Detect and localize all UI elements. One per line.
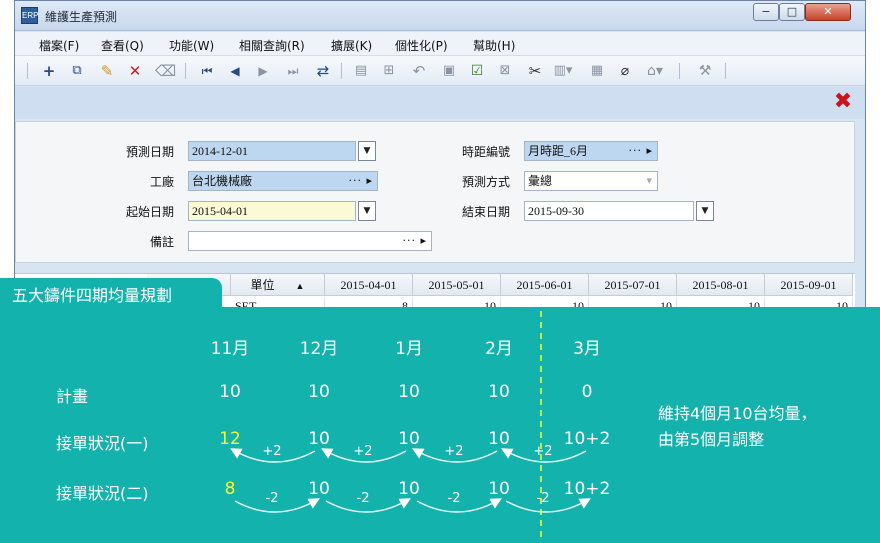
toolbar-separator bbox=[341, 63, 342, 79]
leveling-panel: 11月 12月 1月 2月 3月 計畫 10 10 10 10 0 接單狀況(一… bbox=[0, 307, 880, 543]
method-label: 預測方式 bbox=[461, 175, 510, 189]
period-label: 時距編號 bbox=[461, 145, 510, 159]
menu-extend[interactable]: 擴展(K) bbox=[331, 37, 372, 54]
refresh-icon[interactable]: ⇄ bbox=[313, 61, 333, 81]
order1-shift-arrow bbox=[501, 448, 587, 463]
start-date-field[interactable]: 2015-04-01 bbox=[188, 201, 356, 221]
stage: ERP 維護生產預測 − □ ✕ 檔案(F) 查看(Q) 功能(W) 相關查詢(… bbox=[0, 0, 880, 543]
end-date-field[interactable]: 2015-09-30 bbox=[524, 201, 694, 221]
remark-label: 備註 bbox=[149, 235, 174, 249]
home-icon[interactable]: ⌂▾ bbox=[645, 61, 665, 81]
method-chevron-icon: ▾ bbox=[646, 174, 653, 187]
leveling-note: 維持4個月10台均量， 由第5個月調整 bbox=[658, 401, 817, 453]
remark-lookup-icon[interactable]: ··· ▸ bbox=[402, 232, 427, 250]
note-icon[interactable]: ⌀ bbox=[615, 61, 635, 81]
start-date-label: 起始日期 bbox=[125, 205, 174, 219]
leveling-note-line-1: 維持4個月10台均量， bbox=[658, 404, 817, 423]
export-icon[interactable]: ⊞ bbox=[379, 61, 399, 81]
save-icon[interactable]: ▤ bbox=[351, 61, 371, 81]
grid-header-date[interactable]: 2015-04-01 bbox=[325, 274, 413, 296]
period-value: 月時距_6月 bbox=[528, 144, 589, 158]
toolbar-separator bbox=[185, 63, 186, 79]
edit-icon[interactable]: ✎ bbox=[97, 61, 117, 81]
title-bar[interactable]: ERP 維護生產預測 − □ ✕ bbox=[15, 1, 865, 31]
grid-header-date[interactable]: 2015-09-01 bbox=[765, 274, 853, 296]
prev-icon[interactable]: ◀ bbox=[225, 61, 245, 81]
grid-header-unit[interactable]: 單位 ▲ bbox=[231, 274, 325, 296]
end-date-label: 結束日期 bbox=[461, 205, 510, 219]
factory-label: 工廠 bbox=[149, 175, 174, 189]
order2-shift-arrow bbox=[505, 498, 591, 513]
grid-header-date[interactable]: 2015-08-01 bbox=[677, 274, 765, 296]
grid-header-date[interactable]: 2015-05-01 bbox=[413, 274, 501, 296]
grid-header-date[interactable]: 2015-06-01 bbox=[501, 274, 589, 296]
factory-field[interactable]: 台北機械廠 ··· ▸ bbox=[188, 171, 378, 191]
order1-shift-arrow bbox=[321, 448, 407, 463]
order1-shift-arrow bbox=[230, 448, 316, 463]
end-date-dropdown[interactable]: ▼ bbox=[696, 201, 714, 221]
grid-header-unit-label: 單位 bbox=[250, 278, 275, 292]
toolbar-separator bbox=[725, 63, 726, 79]
clear-icon[interactable]: ⌫ bbox=[155, 61, 176, 81]
menu-personalize[interactable]: 個性化(P) bbox=[395, 37, 448, 54]
forecast-date-dropdown[interactable]: ▼ bbox=[358, 141, 376, 161]
cut-icon[interactable]: ✂ bbox=[525, 61, 545, 81]
menu-help[interactable]: 幫助(H) bbox=[473, 37, 515, 54]
app-icon: ERP bbox=[21, 7, 38, 24]
tools-icon[interactable]: ⚒ bbox=[695, 61, 715, 81]
order1-shift-arrow bbox=[412, 448, 498, 463]
delete-icon[interactable]: ✕ bbox=[125, 61, 145, 81]
factory-value: 台北機械廠 bbox=[192, 174, 253, 188]
order2-shift-arrow bbox=[416, 498, 502, 513]
window-title: 維護生產預測 bbox=[45, 10, 118, 24]
unapprove-icon[interactable]: ⊠ bbox=[495, 61, 515, 81]
paste-icon[interactable]: ▥▾ bbox=[553, 61, 573, 81]
approve-icon[interactable]: ☑ bbox=[467, 61, 487, 81]
app-window: ERP 維護生產預測 − □ ✕ 檔案(F) 查看(Q) 功能(W) 相關查詢(… bbox=[14, 0, 866, 321]
undo-icon[interactable]: ↶ bbox=[409, 61, 429, 81]
menu-file[interactable]: 檔案(F) bbox=[39, 37, 79, 54]
form-banner: ✖ bbox=[15, 87, 865, 119]
next-icon[interactable]: ▶ bbox=[253, 61, 273, 81]
add-icon[interactable]: + bbox=[39, 61, 59, 81]
order2-shift-arrow bbox=[234, 498, 320, 513]
menu-bar: 檔案(F) 查看(Q) 功能(W) 相關查詢(R) 擴展(K) 個性化(P) 幫… bbox=[15, 32, 865, 56]
first-icon[interactable]: ⏮ bbox=[197, 61, 217, 81]
factory-lookup-icon[interactable]: ··· ▸ bbox=[348, 172, 373, 190]
menu-view[interactable]: 查看(Q) bbox=[101, 37, 144, 54]
forecast-date-label: 預測日期 bbox=[125, 145, 174, 159]
method-select[interactable]: 彙總 ▾ bbox=[524, 171, 658, 191]
menu-function[interactable]: 功能(W) bbox=[169, 37, 214, 54]
start-date-dropdown[interactable]: ▼ bbox=[358, 201, 376, 221]
grid-header-date[interactable]: 2015-07-01 bbox=[589, 274, 677, 296]
forecast-form: 預測日期 2014-12-01 ▼ 工廠 台北機械廠 ··· ▸ 起始日期 20… bbox=[15, 121, 855, 263]
remark-field[interactable]: ··· ▸ bbox=[188, 231, 432, 251]
toolbar-separator bbox=[679, 63, 680, 79]
period-lookup-icon[interactable]: ··· ▸ bbox=[628, 142, 653, 160]
maximize-button[interactable]: □ bbox=[779, 3, 805, 21]
order2-shift-arrow bbox=[325, 498, 411, 513]
attach-icon[interactable]: ▦ bbox=[587, 61, 607, 81]
period-field[interactable]: 月時距_6月 ··· ▸ bbox=[524, 141, 658, 161]
close-form-icon[interactable]: ✖ bbox=[831, 90, 855, 114]
print-icon[interactable]: ▣ bbox=[439, 61, 459, 81]
toolbar-separator bbox=[27, 63, 28, 79]
menu-related-query[interactable]: 相關查詢(R) bbox=[239, 37, 305, 54]
leveling-note-line-2: 由第5個月調整 bbox=[658, 430, 765, 449]
copy-icon[interactable]: ⧉ bbox=[67, 61, 87, 81]
close-button[interactable]: ✕ bbox=[805, 3, 851, 21]
method-value: 彙總 bbox=[528, 174, 553, 188]
minimize-button[interactable]: − bbox=[753, 3, 779, 21]
last-icon[interactable]: ⏭ bbox=[283, 61, 303, 81]
toolbar: + ⧉ ✎ ✕ ⌫ ⏮ ◀ ▶ ⏭ ⇄ ▤ ⊞ ↶ ▣ ☑ ⊠ ✂ ▥▾ ▦ ⌀… bbox=[15, 56, 865, 86]
forecast-date-field[interactable]: 2014-12-01 bbox=[188, 141, 356, 161]
sort-asc-icon: ▲ bbox=[295, 281, 305, 291]
